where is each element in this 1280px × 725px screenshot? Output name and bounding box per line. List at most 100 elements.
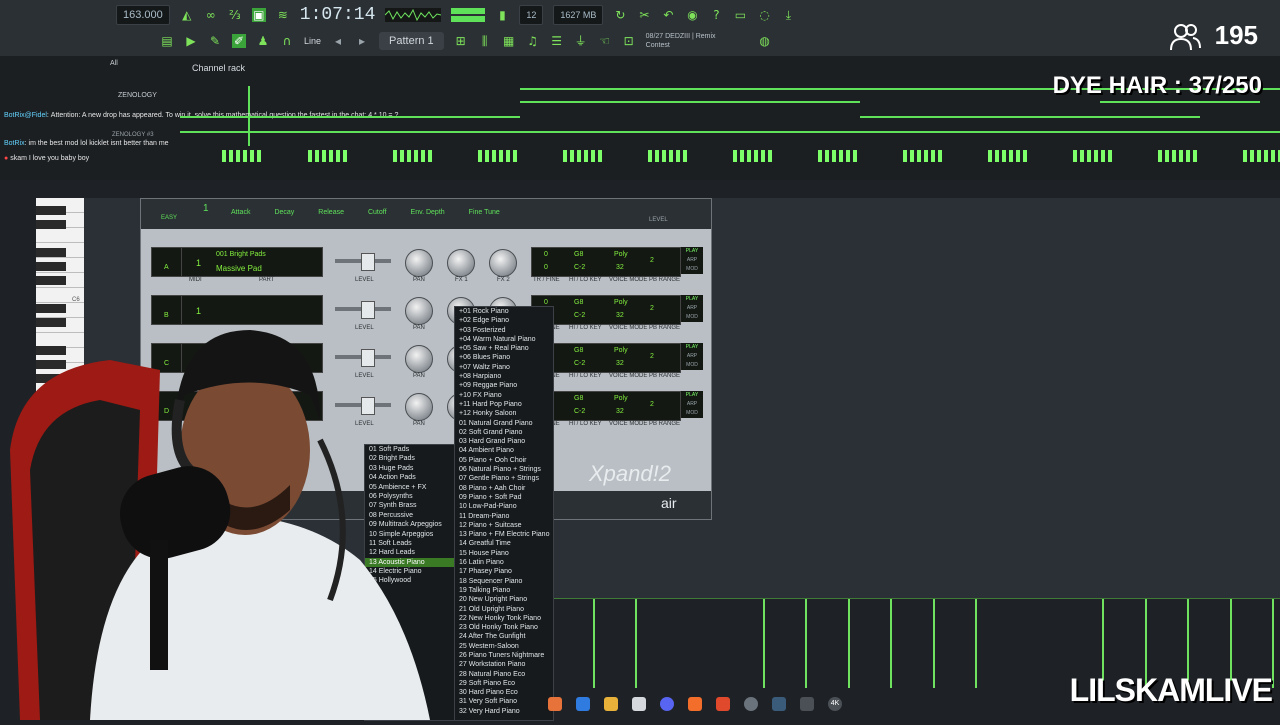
- preset-item[interactable]: +02 Edge Piano: [455, 316, 553, 325]
- preset-list-menu[interactable]: +01 Rock Piano +02 Edge Piano +03 Fosteriz…: [454, 306, 554, 721]
- discord-icon[interactable]: [660, 697, 674, 711]
- part-letter[interactable]: A: [164, 264, 169, 271]
- voice-mode-value[interactable]: Poly: [614, 251, 628, 258]
- preset-item[interactable]: 02 Soft Grand Piano: [455, 428, 553, 437]
- part-preset-name[interactable]: Massive Pad: [216, 264, 262, 273]
- arp-button[interactable]: ARP: [681, 256, 703, 265]
- preset-item[interactable]: 11 Dream-Piano: [455, 512, 553, 521]
- lo-key-value[interactable]: C-2: [574, 360, 585, 367]
- play-button[interactable]: PLAY: [681, 295, 703, 304]
- preset-item[interactable]: 05 Piano + Ooh Choir: [455, 456, 553, 465]
- fx1-knob[interactable]: [447, 249, 475, 277]
- metronome-icon[interactable]: ◭: [180, 8, 194, 22]
- play-arrow-icon[interactable]: ▶: [184, 34, 198, 48]
- pan-knob[interactable]: [405, 249, 433, 277]
- velocity-bar[interactable]: [805, 598, 807, 688]
- pb-range-value[interactable]: 2: [650, 305, 654, 312]
- help-icon[interactable]: ?: [709, 8, 723, 22]
- fl-studio-icon[interactable]: [688, 697, 702, 711]
- hi-key-value[interactable]: G8: [574, 299, 583, 306]
- macro-label[interactable]: Cutoff: [368, 209, 387, 216]
- velocity-bar[interactable]: [1272, 598, 1274, 688]
- preset-item[interactable]: +04 Warm Natural Piano: [455, 335, 553, 344]
- preset-item[interactable]: 23 Old Honky Tonk Piano: [455, 623, 553, 632]
- arp-button[interactable]: ARP: [681, 304, 703, 313]
- play-button[interactable]: PLAY: [681, 343, 703, 352]
- velocity-bar[interactable]: [848, 598, 850, 688]
- voices-value[interactable]: 32: [616, 360, 624, 367]
- preset-item[interactable]: 31 Very Soft Piano: [455, 697, 553, 706]
- app-icon[interactable]: [548, 697, 562, 711]
- preset-item[interactable]: 07 Gentle Piano + Strings: [455, 474, 553, 483]
- mod-button[interactable]: MOD: [681, 361, 703, 370]
- macro-label[interactable]: Decay: [274, 209, 294, 216]
- piano-roll-icon[interactable]: ♫: [526, 34, 540, 48]
- preset-item[interactable]: +12 Honky Saloon: [455, 409, 553, 418]
- pb-range-value[interactable]: 2: [650, 401, 654, 408]
- note-block[interactable]: [478, 150, 518, 162]
- preset-item[interactable]: +08 Harpiano: [455, 372, 553, 381]
- 4k-icon[interactable]: 4K: [828, 697, 842, 711]
- macro-label[interactable]: Release: [318, 209, 344, 216]
- preset-item[interactable]: 12 Piano + Suitcase: [455, 521, 553, 530]
- preset-item[interactable]: 01 Natural Grand Piano: [455, 419, 553, 428]
- fine-value[interactable]: 0: [544, 264, 548, 271]
- browser-icon[interactable]: ☰: [550, 34, 564, 48]
- online-icon[interactable]: ◍: [758, 34, 772, 48]
- snap-select[interactable]: Line: [304, 36, 321, 46]
- transpose-value[interactable]: 0: [544, 251, 548, 258]
- note-block[interactable]: [1243, 150, 1280, 162]
- touch-icon[interactable]: ☜: [598, 34, 612, 48]
- preset-item[interactable]: 15 House Piano: [455, 549, 553, 558]
- mic-icon[interactable]: ◉: [685, 8, 699, 22]
- copilot-icon[interactable]: [576, 697, 590, 711]
- voices-value[interactable]: 32: [616, 312, 624, 319]
- hi-key-value[interactable]: G8: [574, 347, 583, 354]
- note-block[interactable]: [222, 150, 262, 162]
- preset-item[interactable]: 13 Piano + FM Electric Piano: [455, 530, 553, 539]
- preset-item[interactable]: 06 Natural Piano + Strings: [455, 465, 553, 474]
- level-fader[interactable]: [335, 253, 391, 271]
- preset-item[interactable]: +09 Reggae Piano: [455, 381, 553, 390]
- brush-icon[interactable]: ✎: [208, 34, 222, 48]
- pb-range-value[interactable]: 2: [650, 257, 654, 264]
- note-block[interactable]: [1158, 150, 1198, 162]
- voice-mode-value[interactable]: Poly: [614, 395, 628, 402]
- note-block[interactable]: [393, 150, 433, 162]
- screen-icon[interactable]: ▭: [733, 8, 747, 22]
- stamp-icon[interactable]: ♟: [256, 34, 270, 48]
- preset-item[interactable]: 21 Old Upright Piano: [455, 605, 553, 614]
- mixer-icon[interactable]: ⫼: [478, 34, 492, 48]
- preset-item[interactable]: 29 Soft Piano Eco: [455, 679, 553, 688]
- mod-button[interactable]: MOD: [681, 409, 703, 418]
- preset-item[interactable]: 09 Piano + Soft Pad: [455, 493, 553, 502]
- app-icon[interactable]: [800, 697, 814, 711]
- pb-range-value[interactable]: 2: [650, 353, 654, 360]
- hi-key-value[interactable]: G8: [574, 251, 583, 258]
- wait-icon[interactable]: ≋: [276, 8, 290, 22]
- prev-pattern-icon[interactable]: ◂: [331, 34, 345, 48]
- preset-item[interactable]: 08 Piano + Aah Choir: [455, 484, 553, 493]
- preset-item[interactable]: 17 Phasey Piano: [455, 567, 553, 576]
- preset-item[interactable]: 28 Natural Piano Eco: [455, 670, 553, 679]
- preset-item[interactable]: 22 New Honky Tonk Piano: [455, 614, 553, 623]
- download-icon[interactable]: ⤓: [781, 8, 795, 22]
- voice-mode-value[interactable]: Poly: [614, 299, 628, 306]
- part-settings[interactable]: 0 0 G8 C-2 Poly 32 2: [531, 247, 681, 277]
- velocity-bar[interactable]: [890, 598, 892, 688]
- preset-item[interactable]: 18 Sequencer Piano: [455, 577, 553, 586]
- black-key[interactable]: [36, 206, 66, 215]
- note-block[interactable]: [563, 150, 603, 162]
- channel-name-2[interactable]: ZENOLOGY #3: [112, 132, 154, 138]
- brave-icon[interactable]: [716, 697, 730, 711]
- note-block[interactable]: [648, 150, 688, 162]
- note-block[interactable]: [1073, 150, 1113, 162]
- preset-item[interactable]: 25 Western-Saloon: [455, 642, 553, 651]
- refresh-icon[interactable]: ↻: [613, 8, 627, 22]
- macro-label[interactable]: Attack: [231, 209, 250, 216]
- preset-item[interactable]: 04 Ambient Piano: [455, 446, 553, 455]
- preset-item[interactable]: 03 Hard Grand Piano: [455, 437, 553, 446]
- folder-icon[interactable]: [604, 697, 618, 711]
- velocity-bar[interactable]: [763, 598, 765, 688]
- note-block[interactable]: [733, 150, 773, 162]
